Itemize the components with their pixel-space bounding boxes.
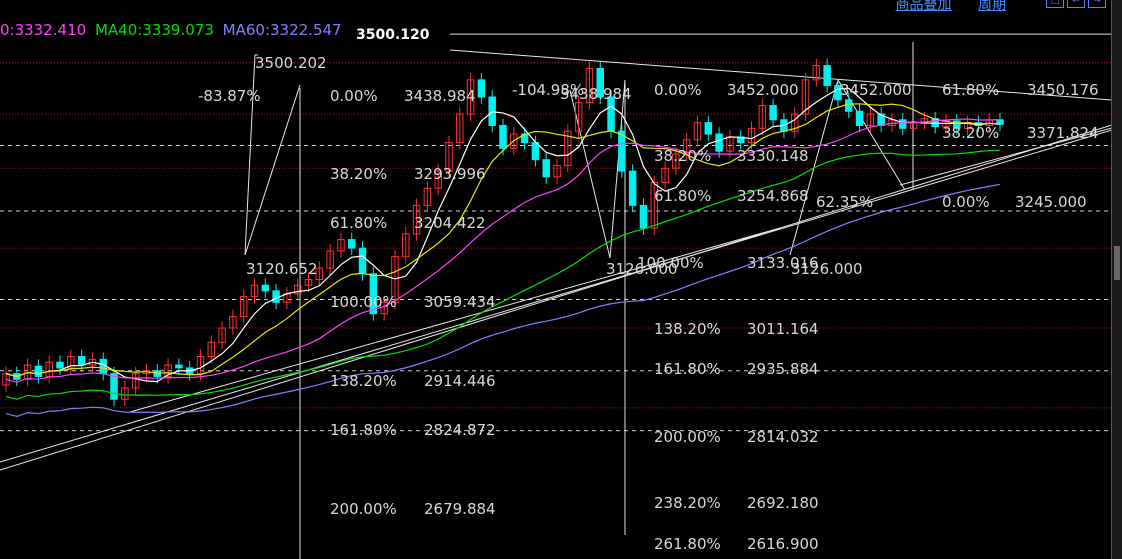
candle-body-79 [855,110,864,126]
fib-label-18: 3438.984 [560,85,632,103]
fib-label-38: 3452.000 [840,81,912,99]
candle-body-59 [639,204,648,229]
ma-legend-item-0: 0:3332.410 [0,21,87,39]
fib-label-40: 3450.176 [1027,81,1099,99]
candle-body-76 [823,65,831,87]
fib-label-16: 2679.884 [424,500,496,518]
fib-zigzag-0 [244,54,258,256]
chart-stage: 3500.120 3500.202 -83.87% 0.00% 3438.984 38.2… [0,0,1122,559]
fib-label-8: 3120.652 [246,260,318,278]
candlestick-chart[interactable]: 3500.1203500.202-83.87% 0.00% 3438.98438.2… [0,0,1112,559]
candle-body-5 [56,361,64,369]
candle-body-25 [272,290,280,303]
prev-icon[interactable]: ← [1067,0,1085,8]
fib-label-24: 3254.868 [737,187,809,205]
fib-label-6: 61.80% [330,214,387,232]
fib-label-45: 0.00% [942,193,990,211]
fib-label-21: 38.20% [654,147,711,165]
fib-label-30: 161.80% [654,360,721,378]
fib-label-19: 0.00% [654,81,702,99]
fib-label-41: 38.20% [942,124,999,142]
ma-legend-item-ma40: MA40:3339.073 [94,21,214,39]
candle-body-32 [347,239,356,249]
window-buttons: □ ← → [1046,0,1106,8]
fib-label-22: 3330.148 [737,147,809,165]
candle-body-49 [531,142,540,161]
candle-body-66 [715,133,723,152]
ma-legend: 0:3332.410 MA40:3339.073 MA60:3322.547 [0,21,346,39]
candle-body-10 [110,373,118,400]
scrollbar-thumb[interactable] [1114,246,1120,280]
fib-zigzag-1 [244,84,301,256]
vertical-scrollbar[interactable] [1111,0,1122,559]
ma-legend-item-ma60: MA60:3322.547 [222,21,342,39]
candle-body-65 [704,122,713,135]
candle-body-71 [769,105,777,121]
fib-label-2: 0.00% [330,87,378,105]
fib-label-11: 138.20% [330,372,397,390]
fib-label-12: 2914.446 [424,372,496,390]
candle-body-58 [628,170,637,206]
candle-body-50 [542,159,550,178]
candle-body-44 [477,79,486,98]
fib-label-37: 2616.900 [747,535,819,553]
candle-body-57 [618,130,626,172]
fib-label-4: 38.20% [330,165,387,183]
fib-label-35: 2692.180 [747,494,819,512]
candle-body-46 [499,124,507,149]
fib-label-3: 3438.984 [404,87,476,105]
fib-label-43: 3126.000 [791,260,863,278]
fib-label-27: 3126.000 [606,260,678,278]
candle-body-83 [899,119,907,129]
fib-label-44: 62.35% [816,193,873,211]
period-link[interactable]: 周期 [978,0,1006,13]
fib-label-10: 3059.434 [424,293,496,311]
fib-label-42: 3371.824 [1027,124,1099,142]
fib-label-15: 200.00% [330,500,397,518]
candle-body-33 [358,247,367,275]
candle-body-24 [261,284,270,292]
fib-label-20: 3452.000 [727,81,799,99]
fib-label-46: 3245.000 [1015,193,1087,211]
fib-label-13: 161.80% [330,421,397,439]
overlay-link[interactable]: 商品叠加 [896,0,952,13]
ma20-line [5,118,1001,383]
fib-label-28: 138.20% [654,320,721,338]
next-icon[interactable]: → [1088,0,1106,8]
candle-body-3 [34,365,43,377]
fib-label-31: 2935.884 [747,360,819,378]
candle-body-7 [77,356,86,366]
candle-body-16 [175,364,183,369]
fib-label-32: 200.00% [654,428,721,446]
fib-label-14: 2824.872 [424,421,496,439]
fib-label-39: 61.80% [942,81,999,99]
fib-label-0: 3500.202 [255,54,327,72]
top-bar: 0:3332.410 MA40:3339.073 MA60:3322.547 商… [0,0,1122,44]
fib-label-9: 100.00% [330,293,397,311]
top-links: 商品叠加 周期 [874,0,1006,14]
fib-label-7: 3204.422 [414,214,486,232]
restore-icon[interactable]: □ [1046,0,1064,8]
fib-label-36: 261.80% [654,535,721,553]
fib-label-34: 238.20% [654,494,721,512]
fib-label-29: 3011.164 [747,320,819,338]
candle-body-78 [844,99,853,112]
fib-label-5: 3293.996 [414,165,486,183]
fib-label-23: 61.80% [654,187,711,205]
fib-label-33: 2814.032 [747,428,819,446]
fib-label-1: -83.87% [198,87,261,105]
